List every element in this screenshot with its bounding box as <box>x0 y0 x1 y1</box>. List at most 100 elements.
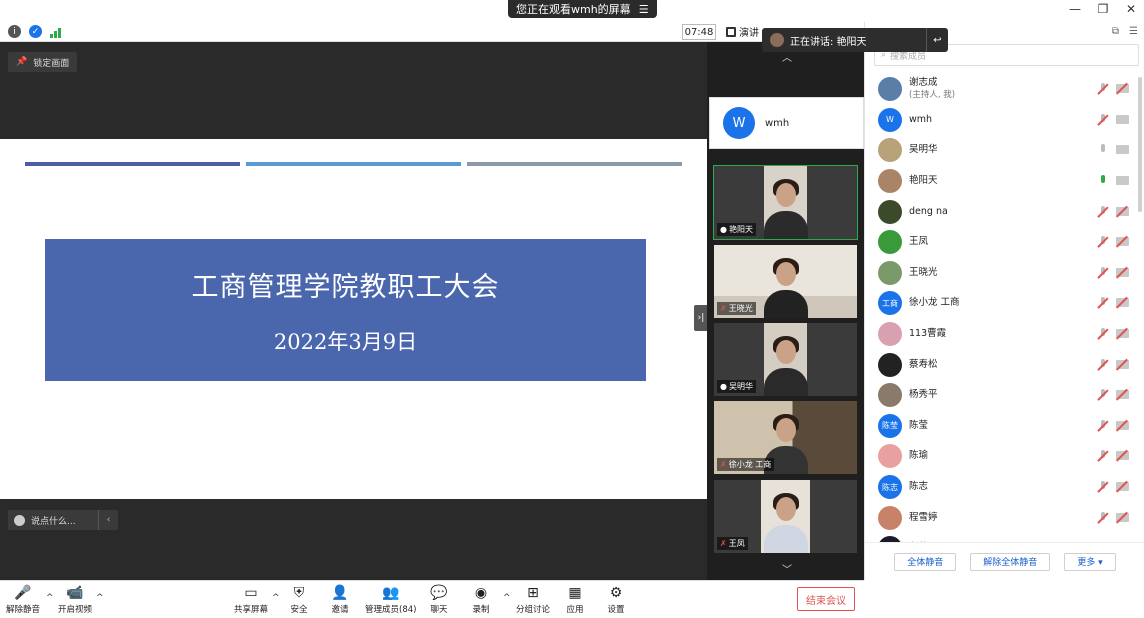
signal-icon[interactable] <box>50 25 61 38</box>
muted-mic-icon[interactable] <box>1098 450 1108 462</box>
video-off-icon[interactable] <box>1116 237 1129 247</box>
scroll-down-icon[interactable]: ﹀ <box>762 560 812 576</box>
muted-mic-icon[interactable] <box>1098 419 1108 432</box>
shield-icon[interactable]: ✓ <box>29 25 42 38</box>
muted-mic-icon[interactable] <box>1098 236 1108 248</box>
participant-popup[interactable]: W wmh <box>709 97 864 149</box>
participant-row[interactable]: 陈志 陈志 <box>865 472 1135 503</box>
record-options-icon[interactable]: ^ <box>503 593 511 603</box>
meeting-timer: 07:48 <box>682 24 716 40</box>
popout-icon[interactable]: ⧉ <box>1112 26 1119 37</box>
participant-row[interactable]: 工商 徐小龙 工商 <box>865 288 1135 319</box>
camera-icon[interactable] <box>1116 114 1129 124</box>
video-off-icon[interactable] <box>1116 267 1129 277</box>
manage-members-button[interactable]: 👥 管理成员(84) <box>365 584 416 616</box>
video-tile[interactable]: ✗ 王凤 <box>714 480 857 553</box>
participant-row[interactable]: 程雪婷 <box>865 502 1135 533</box>
video-off-icon[interactable] <box>1116 451 1129 461</box>
participant-row[interactable]: 蔡寿松 <box>865 349 1135 380</box>
unmute-all-button[interactable]: 解除全体静音 <box>970 552 1051 571</box>
participant-row[interactable]: 吴明华 <box>865 135 1135 166</box>
video-off-icon[interactable] <box>1116 298 1129 308</box>
participant-row[interactable]: 谢志成 (主持人, 我) <box>865 74 1135 105</box>
video-off-icon[interactable] <box>1116 206 1129 216</box>
apps-icon: ▦ <box>568 584 582 601</box>
participant-row[interactable]: 杨秀平 <box>865 380 1135 411</box>
mic-icon[interactable] <box>1098 175 1108 187</box>
participant-row[interactable]: 王凤 <box>865 227 1135 258</box>
avatar <box>878 260 902 285</box>
participant-row[interactable]: deng na <box>865 196 1135 227</box>
mute-all-button[interactable]: 全体静音 <box>894 552 957 571</box>
share-options-icon[interactable]: ^ <box>272 593 280 603</box>
record-button[interactable]: ◉ 录制 <box>472 584 490 616</box>
security-button[interactable]: ⛨ 安全 <box>290 584 308 616</box>
muted-mic-icon[interactable] <box>1098 83 1108 95</box>
video-off-icon[interactable] <box>1116 329 1129 339</box>
chat-button[interactable]: 💬 聊天 <box>430 584 448 616</box>
video-off-icon[interactable] <box>1116 512 1129 522</box>
muted-mic-icon[interactable] <box>1098 481 1108 493</box>
participant-row[interactable]: 陈瑜 <box>865 441 1135 472</box>
video-options-icon[interactable]: ^ <box>96 593 104 603</box>
emoji-icon[interactable] <box>14 514 25 526</box>
quick-chat-input[interactable]: 说点什么... ‹ <box>8 510 118 530</box>
apps-button[interactable]: ▦ 应用 <box>566 584 584 616</box>
muted-mic-icon[interactable] <box>1098 328 1108 340</box>
view-mode-button[interactable]: 演讲 <box>726 24 759 39</box>
minimize-icon[interactable]: — <box>1068 2 1082 16</box>
video-tile[interactable]: ✗ 王晓光 <box>714 245 857 318</box>
panel-menu-icon[interactable]: ☰ <box>1129 26 1138 37</box>
restore-icon[interactable]: ❐ <box>1096 2 1110 16</box>
collapse-chat-icon[interactable]: ‹ <box>98 510 118 530</box>
video-off-icon[interactable] <box>1116 390 1129 400</box>
start-video-button[interactable]: 📹 开启视频 <box>58 584 92 616</box>
video-tile[interactable]: ● 艳阳天 <box>713 165 858 240</box>
title-bar: 您正在观看wmh的屏幕 ☰ — ❐ ✕ <box>0 0 1144 22</box>
camera-icon[interactable] <box>1116 176 1129 186</box>
participant-row[interactable]: Wwmh <box>865 105 1135 136</box>
settings-button[interactable]: ⚙ 设置 <box>607 584 625 616</box>
meeting-controls: 🎤 解除静音 ^ 📹 开启视频 ^ ▭ 共享屏幕 ^ ⛨ 安全 👤 邀请 👥 管… <box>0 580 864 618</box>
muted-mic-icon[interactable] <box>1098 511 1108 524</box>
scrollbar[interactable] <box>1138 77 1142 212</box>
participant-row[interactable]: 113曹霞 <box>865 319 1135 350</box>
video-off-icon[interactable] <box>1116 359 1129 369</box>
muted-mic-icon[interactable] <box>1098 389 1108 401</box>
muted-mic-icon[interactable] <box>1098 358 1108 371</box>
participant-row[interactable]: 王晓光 <box>865 258 1135 289</box>
menu-icon[interactable]: ☰ <box>639 3 649 16</box>
close-icon[interactable]: ✕ <box>1124 2 1138 16</box>
muted-mic-icon[interactable] <box>1098 266 1108 279</box>
participant-row[interactable]: 艳阳天 <box>865 166 1135 197</box>
muted-mic-icon[interactable] <box>1098 113 1108 126</box>
camera-icon[interactable] <box>1116 145 1129 155</box>
video-off-icon[interactable] <box>1116 482 1129 492</box>
breakout-button[interactable]: ⊞ 分组讨论 <box>516 584 550 616</box>
now-speaking-indicator: 正在讲话: 艳阳天 ↩ <box>762 28 948 52</box>
share-banner[interactable]: 您正在观看wmh的屏幕 ☰ <box>508 0 657 18</box>
invite-button[interactable]: 👤 邀请 <box>331 584 349 616</box>
lock-view-button[interactable]: 📌 锁定画面 <box>8 52 78 72</box>
participant-name: 王晓光 <box>909 266 938 278</box>
unmute-button[interactable]: 🎤 解除静音 <box>6 584 40 616</box>
video-tile[interactable]: ● 吴明华 <box>714 323 857 396</box>
info-icon[interactable]: i <box>8 25 21 38</box>
muted-mic-icon[interactable] <box>1098 297 1108 309</box>
reply-arrow-icon[interactable]: ↩ <box>926 28 948 52</box>
audio-options-icon[interactable]: ^ <box>46 593 54 603</box>
muted-mic-icon[interactable] <box>1098 205 1108 218</box>
toggle-video-strip-icon[interactable]: ›| <box>694 305 708 331</box>
video-tile[interactable]: ✗ 徐小龙 工商 <box>714 401 857 474</box>
video-off-icon[interactable] <box>1116 84 1129 94</box>
participant-row[interactable]: 陈莹 陈莹 <box>865 411 1135 442</box>
shared-screen-area: 📌 锁定画面 工商管理学院教职工大会 2022年3月9日 说点什么... ‹ <box>0 42 707 580</box>
avatar <box>878 352 902 377</box>
share-screen-button[interactable]: ▭ 共享屏幕 <box>234 584 268 616</box>
mic-icon[interactable] <box>1098 144 1108 156</box>
slide-title-box: 工商管理学院教职工大会 2022年3月9日 <box>45 239 646 381</box>
video-off-icon[interactable] <box>1116 420 1129 430</box>
participant-name: 陈瑜 <box>909 450 929 462</box>
more-button[interactable]: 更多 ▾ <box>1064 552 1116 571</box>
end-meeting-button[interactable]: 结束会议 <box>797 587 855 611</box>
